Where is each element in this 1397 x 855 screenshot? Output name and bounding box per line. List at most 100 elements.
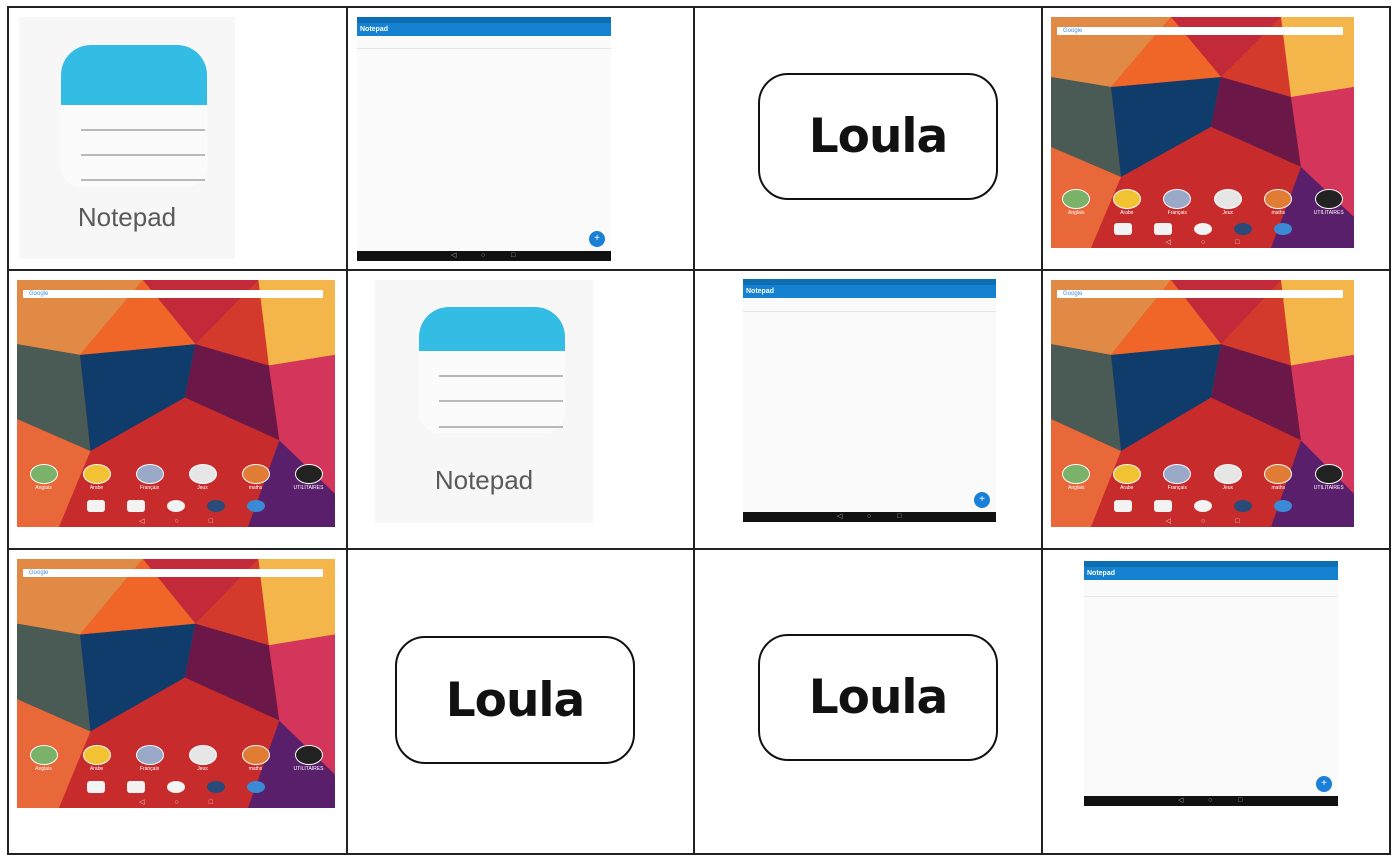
app-icon[interactable]: maths (1263, 464, 1293, 491)
camera-icon[interactable] (1153, 500, 1172, 512)
app-icon[interactable]: Arabe (82, 464, 112, 491)
browser-icon[interactable] (1233, 500, 1252, 512)
back-icon[interactable]: ◁ (1178, 796, 1183, 806)
app-icon[interactable]: Jeux (188, 464, 218, 491)
globe-icon[interactable] (1273, 223, 1292, 235)
apps-icon[interactable] (167, 781, 185, 793)
nav-bar: ◁ ○ □ (743, 512, 996, 522)
recents-icon[interactable]: □ (1238, 796, 1242, 806)
globe-icon[interactable] (247, 781, 265, 793)
app-icon[interactable]: Français (135, 745, 165, 772)
app-icon[interactable]: UTILITAIRES (1314, 189, 1344, 216)
app-icon[interactable]: Français (1162, 189, 1192, 216)
back-icon[interactable]: ◁ (139, 517, 144, 527)
app-icon[interactable]: Arabe (1112, 464, 1142, 491)
nav-bar: ◁ ○ □ (1051, 238, 1354, 248)
globe-icon[interactable] (247, 500, 265, 512)
notepad-app-screen[interactable]: Notepad + ◁ ○ □ (743, 279, 996, 522)
recents-icon[interactable]: □ (209, 798, 213, 808)
app-icon[interactable]: Français (1162, 464, 1192, 491)
notepad-icon (419, 307, 565, 351)
grid-line (693, 6, 695, 855)
search-bar[interactable]: Google (1057, 290, 1343, 298)
app-icon[interactable]: UTILITAIRES (1314, 464, 1344, 491)
home-icon[interactable]: ○ (1208, 796, 1212, 806)
app-icon[interactable]: Anglais (29, 745, 59, 772)
mail-icon[interactable] (1113, 500, 1132, 512)
app-icon[interactable]: Jeux (1213, 189, 1243, 216)
browser-icon[interactable] (207, 781, 225, 793)
globe-icon[interactable] (1273, 500, 1292, 512)
notepad-app-screen[interactable]: Notepad + ◁ ○ □ (357, 17, 611, 261)
app-icon[interactable]: UTILITAIRES (294, 464, 324, 491)
home-icon[interactable]: ○ (481, 251, 485, 261)
notepad-line (439, 400, 563, 402)
app-icon[interactable]: maths (241, 464, 271, 491)
home-screen[interactable]: Google Anglais Arabe Français Jeux maths… (17, 559, 335, 808)
home-icon[interactable]: ○ (174, 798, 178, 808)
notepad-icon (61, 45, 207, 105)
camera-icon[interactable] (127, 781, 145, 793)
back-icon[interactable]: ◁ (139, 798, 144, 808)
grid-line (7, 6, 9, 855)
camera-icon[interactable] (127, 500, 145, 512)
search-bar[interactable]: Google (1057, 27, 1343, 35)
home-icon[interactable]: ○ (1201, 238, 1205, 248)
grid-line (1389, 6, 1391, 855)
app-icon[interactable]: Arabe (82, 745, 112, 772)
search-bar[interactable]: Google (23, 569, 323, 577)
app-icon[interactable]: Arabe (1112, 189, 1142, 216)
recents-icon[interactable]: □ (1235, 238, 1239, 248)
app-icon[interactable]: Jeux (1213, 464, 1243, 491)
app-icon[interactable]: Anglais (1061, 189, 1091, 216)
dock (1051, 500, 1354, 512)
loula-card[interactable]: Loula (395, 636, 635, 764)
dock (1051, 223, 1354, 235)
loula-card[interactable]: Loula (758, 73, 998, 200)
home-icon[interactable]: ○ (867, 512, 871, 522)
notepad-app-screen[interactable]: Notepad + ◁ ○ □ (1084, 561, 1338, 806)
grid-line (346, 6, 348, 855)
app-icon[interactable]: Français (135, 464, 165, 491)
notepad-card[interactable]: Notepad (19, 17, 235, 259)
camera-icon[interactable] (1153, 223, 1172, 235)
notepad-line (439, 426, 563, 428)
grid-line (7, 269, 1391, 271)
recents-icon[interactable]: □ (209, 517, 213, 527)
recents-icon[interactable]: □ (1235, 517, 1239, 527)
home-screen[interactable]: Google Anglais Arabe Français Jeux maths… (1051, 280, 1354, 527)
mail-icon[interactable] (87, 781, 105, 793)
app-icon[interactable]: UTILITAIRES (294, 745, 324, 772)
back-icon[interactable]: ◁ (1166, 517, 1171, 527)
home-icon[interactable]: ○ (174, 517, 178, 527)
mail-icon[interactable] (1113, 223, 1132, 235)
home-screen[interactable]: Google Anglais Arabe Français Jeux maths… (17, 280, 335, 527)
home-screen[interactable]: Google Anglais Arabe Français Jeux maths… (1051, 17, 1354, 248)
notepad-card[interactable]: Notepad (375, 280, 593, 523)
add-note-button[interactable]: + (1316, 776, 1332, 792)
app-icon[interactable]: Anglais (29, 464, 59, 491)
app-icon[interactable]: Jeux (188, 745, 218, 772)
apps-icon[interactable] (1193, 500, 1212, 512)
app-icon[interactable]: Anglais (1061, 464, 1091, 491)
notepad-label: Notepad (77, 202, 177, 232)
browser-icon[interactable] (1233, 223, 1252, 235)
back-icon[interactable]: ◁ (1166, 238, 1171, 248)
mail-icon[interactable] (87, 500, 105, 512)
back-icon[interactable]: ◁ (451, 251, 456, 261)
add-note-button[interactable]: + (974, 492, 990, 508)
search-bar[interactable]: Google (23, 290, 323, 298)
back-icon[interactable]: ◁ (837, 512, 842, 522)
add-note-button[interactable]: + (589, 231, 605, 247)
app-icon[interactable]: maths (1263, 189, 1293, 216)
app-icon[interactable]: maths (241, 745, 271, 772)
browser-icon[interactable] (207, 500, 225, 512)
recents-icon[interactable]: □ (511, 251, 515, 261)
home-icon[interactable]: ○ (1201, 517, 1205, 527)
apps-icon[interactable] (167, 500, 185, 512)
recents-icon[interactable]: □ (897, 512, 901, 522)
loula-card[interactable]: Loula (758, 634, 998, 761)
grid-line (1041, 6, 1043, 855)
apps-icon[interactable] (1193, 223, 1212, 235)
app-title: Notepad (1084, 567, 1338, 580)
